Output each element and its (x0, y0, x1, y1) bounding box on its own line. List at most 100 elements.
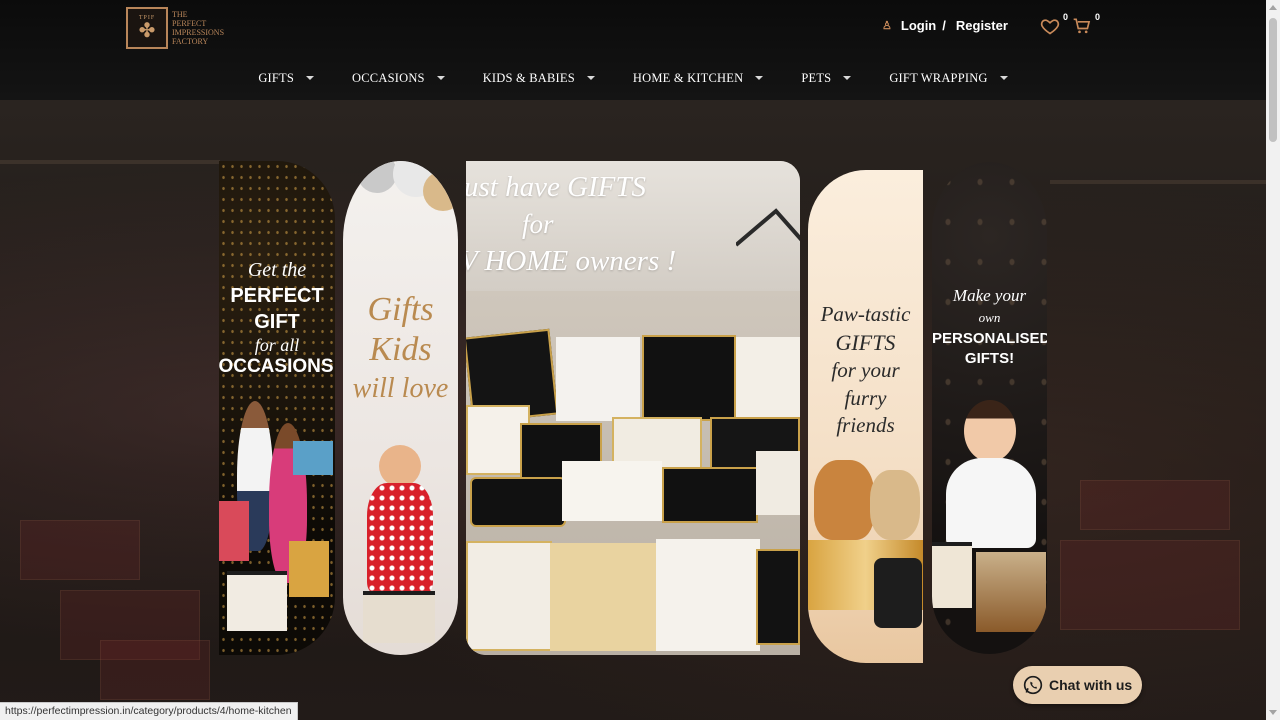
banner-pets-line: for your (831, 358, 900, 382)
logo-line: PERFECT (172, 19, 207, 28)
chevron-down-icon (843, 76, 852, 80)
gift-box (293, 441, 333, 475)
dog-figure (870, 470, 920, 540)
scrollbar-thumb[interactable] (1269, 18, 1277, 142)
banner-kids[interactable]: Gifts Kids will love (343, 161, 458, 655)
nav-item-label: GIFTS (258, 70, 295, 85)
banner-occasions-script: for all (254, 335, 300, 355)
banner-kids-line: Gifts (367, 291, 434, 328)
cushion (466, 541, 552, 651)
nav-item-home-kitchen[interactable]: HOME & KITCHEN (614, 64, 782, 92)
banner-kids-line: will love (352, 373, 449, 404)
banner-personal-script: own (978, 310, 1001, 325)
chevron-down-icon (586, 76, 595, 80)
nav-item-occasions[interactable]: OCCASIONS (333, 64, 464, 92)
banner-pets-line: furry (844, 386, 887, 410)
logo-mark: TPIF ✤ (126, 7, 168, 49)
child-dress (367, 483, 433, 593)
banner-occasions[interactable]: Get the PERFECT GIFT for all OCCASIONS (219, 161, 335, 655)
nav-item-pets[interactable]: PETS (782, 64, 870, 92)
chat-button[interactable]: Chat with us (1013, 666, 1142, 704)
banner-occasions-line: GIFT (254, 311, 300, 333)
logo-wordmark: THE PERFECT IMPRESSIONS FACTORY (172, 10, 224, 46)
banner-home-line: V HOME owners ! (466, 245, 677, 277)
cushion (550, 543, 662, 651)
cushion (662, 467, 758, 523)
cart-count: 0 (1094, 12, 1100, 22)
gift-box (227, 571, 287, 631)
cart-icon (1073, 18, 1091, 34)
cart-button[interactable]: 0 (1072, 12, 1100, 38)
banner-home-kitchen[interactable]: ust have GIFTS for V HOME owners ! (466, 161, 800, 655)
cushion (556, 337, 640, 421)
banner-kids-line: Kids (369, 331, 432, 368)
banner-pets-line: Paw-tastic (820, 302, 911, 326)
chevron-down-icon (999, 76, 1008, 80)
whatsapp-icon (1023, 675, 1043, 695)
nav-item-label: HOME & KITCHEN (632, 70, 744, 85)
gift-box-decoration (1080, 480, 1230, 530)
account-separator: / (942, 18, 946, 33)
site-header: TPIF ✤ THE PERFECT IMPRESSIONS FACTORY ♙… (0, 0, 1266, 100)
banner-personalised[interactable]: Make your own PERSONALISED GIFTS! (932, 162, 1047, 654)
clover-icon: ✤ (138, 20, 156, 42)
page-scrollbar[interactable] (1266, 0, 1280, 720)
shelf-decoration (0, 160, 220, 164)
nav-item-gifts[interactable]: GIFTS (239, 64, 333, 92)
wishlist-count: 0 (1062, 12, 1068, 22)
gift-box (219, 501, 249, 561)
banner-personal-script: Make your (952, 286, 1027, 305)
chat-button-label: Chat with us (1049, 677, 1133, 693)
banner-home-line: ust have GIFTS (466, 171, 647, 203)
chevron-down-icon (755, 76, 764, 80)
banner-personal-line: PERSONALISED (932, 330, 1047, 347)
scroll-up-arrow-icon[interactable] (1269, 5, 1277, 10)
scroll-down-arrow-icon[interactable] (1269, 710, 1277, 715)
user-icon: ♙ (882, 20, 892, 32)
logo-line: IMPRESSIONS (172, 28, 225, 37)
register-link[interactable]: Register (956, 18, 1008, 33)
child-face (379, 445, 421, 487)
gift-box (874, 558, 922, 628)
cushion (736, 337, 800, 419)
banner-home-line: for (522, 209, 554, 239)
nav-item-label: PETS (801, 70, 832, 85)
cushion (756, 451, 800, 515)
gift-box-decoration (100, 640, 210, 700)
main-nav: GIFTS OCCASIONS KIDS & BABIES HOME & KIT… (0, 64, 1266, 94)
nav-item-kids-babies[interactable]: KIDS & BABIES (464, 64, 614, 92)
banner-pets[interactable]: Paw-tastic GIFTS for your furry friends (808, 170, 923, 663)
banner-pets-line: friends (836, 413, 895, 437)
gift-box (932, 542, 972, 608)
cushion (642, 335, 736, 421)
wishlist-button[interactable]: 0 (1040, 12, 1068, 38)
cushion (470, 477, 566, 527)
account-links: ♙ Login / Register (882, 18, 1008, 33)
logo-line: THE (172, 10, 188, 19)
heart-icon (1040, 19, 1060, 35)
chevron-down-icon (306, 76, 315, 80)
banner-personal-line: GIFTS! (964, 350, 1015, 367)
gift-box (363, 591, 435, 643)
gift-box (976, 552, 1046, 632)
woman-figure (946, 458, 1036, 548)
gift-box-decoration (20, 520, 140, 580)
cushion (562, 461, 662, 521)
browser-status-url: https://perfectimpression.in/category/pr… (0, 702, 298, 720)
cat-figure (814, 460, 874, 540)
login-link[interactable]: Login (901, 18, 936, 33)
shelf-decoration (1050, 180, 1266, 184)
woman-face (964, 400, 1016, 462)
nav-item-label: GIFT WRAPPING (889, 70, 988, 85)
cushion (756, 549, 800, 645)
banner-occasions-script: Get the (247, 259, 307, 281)
brand-logo[interactable]: TPIF ✤ THE PERFECT IMPRESSIONS FACTORY (126, 6, 236, 50)
banner-occasions-line: OCCASIONS (219, 356, 334, 377)
gift-box-decoration (1060, 540, 1240, 630)
balloon-decoration (357, 161, 397, 193)
logo-line: FACTORY (172, 37, 209, 46)
nav-item-label: OCCASIONS (352, 70, 425, 85)
chevron-down-icon (436, 76, 445, 80)
cushion (656, 539, 760, 651)
nav-item-gift-wrapping[interactable]: GIFT WRAPPING (870, 64, 1026, 92)
